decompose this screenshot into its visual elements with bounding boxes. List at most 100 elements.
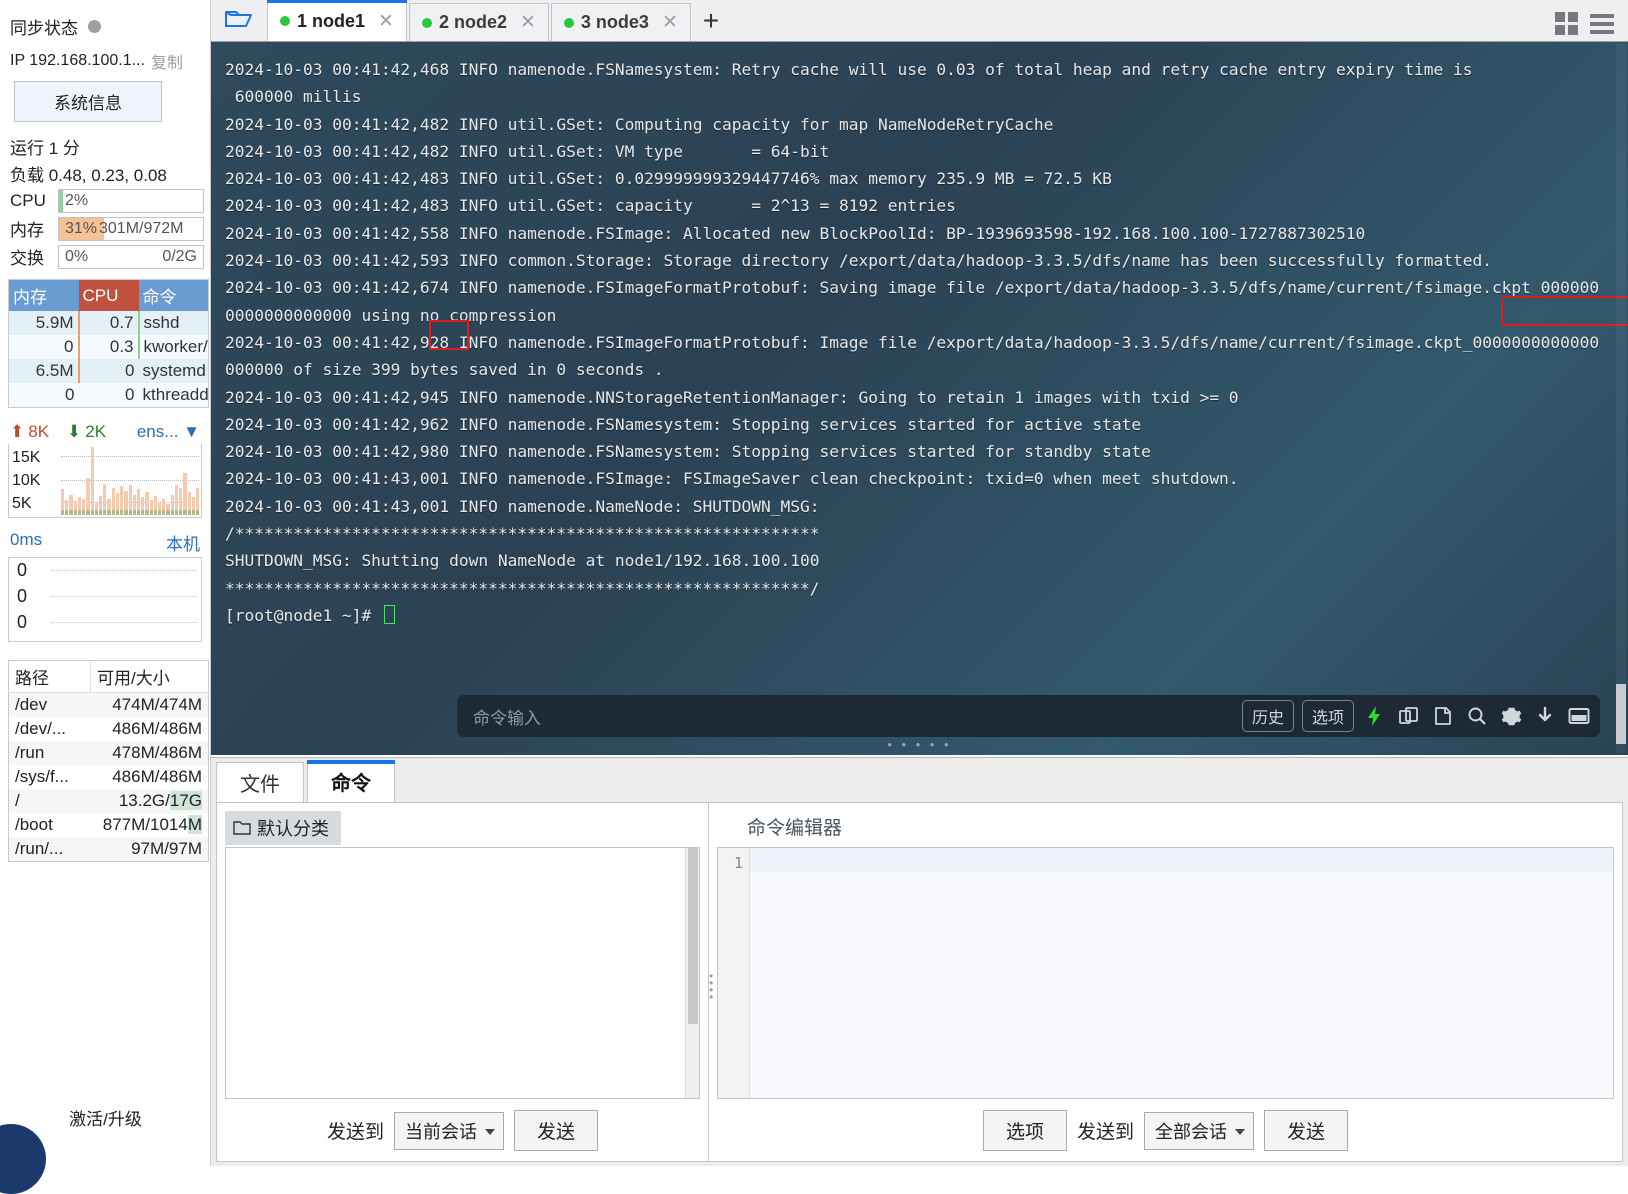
- panel-resize-grip[interactable]: • • • • •: [887, 737, 951, 752]
- tab-node3[interactable]: 3 node3 ✕: [550, 3, 691, 41]
- terminal-scrollbar[interactable]: [1616, 44, 1626, 753]
- table-row[interactable]: /run/... 97M/97M: [8, 837, 209, 862]
- default-category-chip[interactable]: 默认分类: [225, 811, 341, 845]
- network-y-label: 5K: [12, 494, 32, 512]
- table-row[interactable]: 6.5M 0 systemd: [8, 359, 209, 383]
- sync-status-row: 同步状态: [10, 14, 204, 39]
- uptime-label: 运行 1 分: [10, 139, 80, 158]
- panel-splitter-handle[interactable]: • • • •: [709, 970, 715, 1003]
- command-list-scrollbar[interactable]: [685, 848, 699, 1098]
- tab-files[interactable]: 文件: [216, 762, 304, 802]
- tab-commands[interactable]: 命令: [307, 760, 395, 802]
- gear-icon[interactable]: [1498, 703, 1524, 729]
- bottom-panel: 文件 命令 默认分类 发送到 当前会话 发送 命令编辑器 1 选项 发送到 全部…: [211, 757, 1628, 1166]
- table-row[interactable]: /sys/f... 486M/486M: [9, 765, 209, 789]
- network-bar: [158, 502, 162, 516]
- tab-node2[interactable]: 2 node2 ✕: [408, 3, 549, 41]
- latency-y-label: 0: [17, 586, 28, 606]
- history-button[interactable]: 历史: [1241, 700, 1294, 732]
- network-bar: [111, 487, 116, 516]
- network-bar: [82, 498, 86, 516]
- table-row[interactable]: /dev 474M/474M: [8, 692, 209, 717]
- latency-y-label: 0: [17, 612, 28, 632]
- system-info-button[interactable]: 系统信息: [14, 81, 162, 122]
- network-bar: [170, 494, 175, 516]
- hamburger-menu-icon[interactable]: [1590, 13, 1614, 34]
- command-editor-panel: 命令编辑器 1 选项 发送到 全部会话 发送: [709, 803, 1622, 1161]
- process-command: kworker/: [138, 335, 209, 359]
- process-memory: 0: [8, 335, 80, 359]
- table-row[interactable]: 0 0 kthreadd: [8, 383, 209, 408]
- disk-col-size[interactable]: 可用/大小: [90, 660, 209, 693]
- swap-meter: 0% 0/2G: [58, 244, 204, 269]
- activate-upgrade-link[interactable]: 激活/升级: [0, 1105, 211, 1130]
- disk-size-text: 13.2G/: [118, 791, 170, 810]
- table-row[interactable]: /run 478M/486M: [8, 741, 209, 765]
- network-y-label: 10K: [12, 471, 41, 489]
- tab-status-dot-icon: [421, 17, 432, 28]
- process-col-cpu[interactable]: CPU: [78, 279, 139, 311]
- editor-text-area[interactable]: [750, 848, 1613, 1098]
- command-input[interactable]: 命令输入: [473, 704, 1234, 729]
- sync-status-indicator-icon: [88, 20, 101, 33]
- chevron-down-icon: ▼: [183, 422, 200, 441]
- latency-host-label: 本机: [166, 535, 200, 554]
- tab-label: 2 node2: [438, 12, 507, 32]
- network-graph-header: ⬆ 8K ⬇ 2K ens... ▼: [10, 422, 200, 442]
- close-icon[interactable]: ✕: [520, 11, 536, 34]
- search-icon[interactable]: [1464, 703, 1490, 729]
- network-interface-selector[interactable]: ens... ▼: [137, 422, 200, 442]
- command-input-bar: 命令输入 历史 选项: [457, 695, 1600, 737]
- command-editor-title: 命令编辑器: [747, 818, 843, 839]
- network-download-value: 2K: [85, 422, 107, 441]
- process-col-command[interactable]: 命令: [138, 279, 209, 311]
- network-bar: [132, 494, 137, 516]
- command-list[interactable]: [225, 847, 700, 1099]
- copy-icon[interactable]: [1396, 703, 1422, 729]
- tab-node1[interactable]: 1 node1 ✕: [267, 0, 407, 41]
- latency-value: 0ms: [10, 530, 43, 549]
- window-icon[interactable]: [1566, 703, 1592, 729]
- table-row[interactable]: 5.9M 0.7 sshd: [8, 311, 209, 335]
- disk-path: /boot: [15, 815, 53, 834]
- process-cpu: 0.3: [78, 335, 140, 359]
- table-row[interactable]: /dev/... 486M/486M: [9, 717, 209, 741]
- download-icon[interactable]: [1532, 703, 1558, 729]
- send-button[interactable]: 发送: [1264, 1110, 1349, 1151]
- network-bar: [166, 504, 170, 515]
- network-y-label: 15K: [12, 448, 41, 466]
- options-button[interactable]: 选项: [1301, 700, 1354, 732]
- table-row[interactable]: /boot 877M/1014M: [9, 813, 209, 837]
- tab-label: 1 node1: [297, 10, 366, 31]
- process-table-header-row: 内存 CPU 命令: [8, 279, 209, 311]
- grid-view-icon[interactable]: [1555, 12, 1578, 35]
- process-memory: 0: [8, 383, 79, 408]
- paste-icon[interactable]: [1430, 703, 1456, 729]
- close-icon[interactable]: ✕: [662, 11, 678, 34]
- command-list-footer: 发送到 当前会话 发送: [217, 1110, 708, 1151]
- table-row[interactable]: / 13.2G/17G: [8, 789, 209, 813]
- editor-options-button[interactable]: 选项: [982, 1110, 1067, 1151]
- session-target-select[interactable]: 当前会话: [394, 1111, 504, 1150]
- network-bar: [73, 501, 78, 515]
- session-target-select[interactable]: 全部会话: [1144, 1111, 1254, 1150]
- lightning-icon[interactable]: [1362, 703, 1388, 729]
- disk-path: /run: [8, 741, 91, 765]
- close-icon[interactable]: ✕: [378, 10, 394, 33]
- memory-meter-label: 内存: [10, 221, 44, 240]
- new-tab-button[interactable]: +: [693, 5, 733, 41]
- table-row[interactable]: 0 0.3 kworker/: [8, 335, 209, 359]
- disk-col-path[interactable]: 路径: [8, 660, 91, 693]
- terminal-output-panel[interactable]: 2024-10-03 00:41:42,468 INFO namenode.FS…: [211, 42, 1628, 755]
- tab-label: 3 node3: [580, 12, 649, 32]
- network-bar: [174, 485, 179, 515]
- process-col-memory[interactable]: 内存: [8, 279, 79, 311]
- process-command: systemd: [138, 359, 209, 383]
- send-button[interactable]: 发送: [514, 1110, 599, 1151]
- command-editor[interactable]: 1: [717, 847, 1614, 1099]
- terminal-cursor: [383, 604, 395, 624]
- swap-meter-row: 交换 0% 0/2G: [10, 244, 204, 269]
- network-bar: [86, 477, 90, 516]
- copy-ip-button[interactable]: 复制: [151, 49, 183, 73]
- folder-open-icon[interactable]: [211, 0, 267, 41]
